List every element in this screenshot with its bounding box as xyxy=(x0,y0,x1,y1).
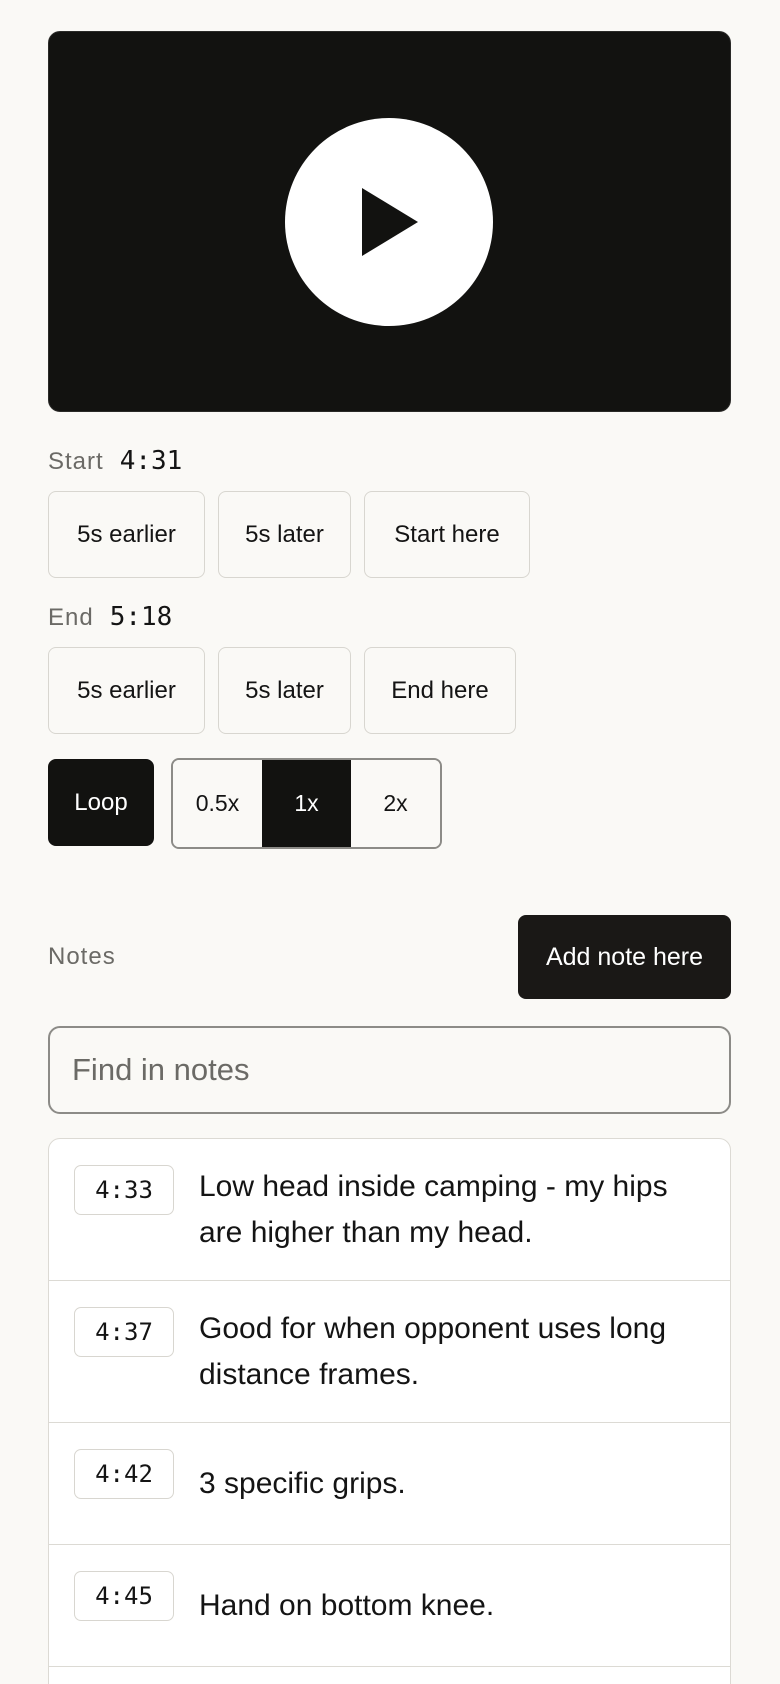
note-text: Hand on bottom knee. xyxy=(199,1588,495,1622)
note-item[interactable]: 4:37 Good for when opponent uses long di… xyxy=(49,1281,730,1423)
notes-title: Notes xyxy=(48,943,116,970)
note-timestamp[interactable]: 4:33 xyxy=(74,1165,174,1215)
notes-search-input[interactable] xyxy=(48,1026,731,1114)
end-label: End xyxy=(48,604,94,631)
end-later-button[interactable]: 5s later xyxy=(218,647,351,734)
play-button[interactable] xyxy=(285,118,493,326)
playback-controls: Loop 0.5x 1x 2x xyxy=(48,758,442,849)
note-item[interactable]: 4:42 3 specific grips. xyxy=(49,1423,730,1545)
page: Start 4:31 5s earlier 5s later Start her… xyxy=(0,0,780,1684)
loop-button[interactable]: Loop xyxy=(48,759,154,846)
speed-2x-option[interactable]: 2x xyxy=(351,760,440,847)
note-text: 3 specific grips. xyxy=(199,1466,406,1500)
start-label: Start xyxy=(48,448,104,475)
notes-header: Notes Add note here xyxy=(48,915,731,1001)
start-later-button[interactable]: 5s later xyxy=(218,491,351,578)
end-here-button[interactable]: End here xyxy=(364,647,516,734)
video-player[interactable] xyxy=(48,31,731,412)
note-text: Good for when opponent uses long distanc… xyxy=(199,1311,667,1391)
end-row: End 5:18 xyxy=(48,602,172,632)
note-timestamp[interactable]: 4:42 xyxy=(74,1449,174,1499)
end-earlier-button[interactable]: 5s earlier xyxy=(48,647,205,734)
note-item[interactable]: 4:33 Low head inside camping - my hips a… xyxy=(49,1139,730,1281)
speed-1x-option[interactable]: 1x xyxy=(262,760,351,847)
end-controls: 5s earlier 5s later End here xyxy=(48,647,516,734)
note-timestamp[interactable]: 4:37 xyxy=(74,1307,174,1357)
start-earlier-button[interactable]: 5s earlier xyxy=(48,491,205,578)
speed-selector: 0.5x 1x 2x xyxy=(171,758,442,849)
notes-list: 4:33 Low head inside camping - my hips a… xyxy=(48,1138,731,1684)
start-controls: 5s earlier 5s later Start here xyxy=(48,491,530,578)
start-time: 4:31 xyxy=(119,446,183,476)
note-text: Low head inside camping - my hips are hi… xyxy=(199,1169,668,1249)
note-timestamp[interactable]: 4:45 xyxy=(74,1571,174,1621)
play-icon xyxy=(362,188,418,256)
start-here-button[interactable]: Start here xyxy=(364,491,530,578)
end-time: 5:18 xyxy=(109,602,173,632)
start-row: Start 4:31 xyxy=(48,446,182,476)
note-item[interactable]: 4:45 Hand on bottom knee. xyxy=(49,1545,730,1667)
speed-0-5x-option[interactable]: 0.5x xyxy=(173,760,262,847)
add-note-button[interactable]: Add note here xyxy=(518,915,731,999)
